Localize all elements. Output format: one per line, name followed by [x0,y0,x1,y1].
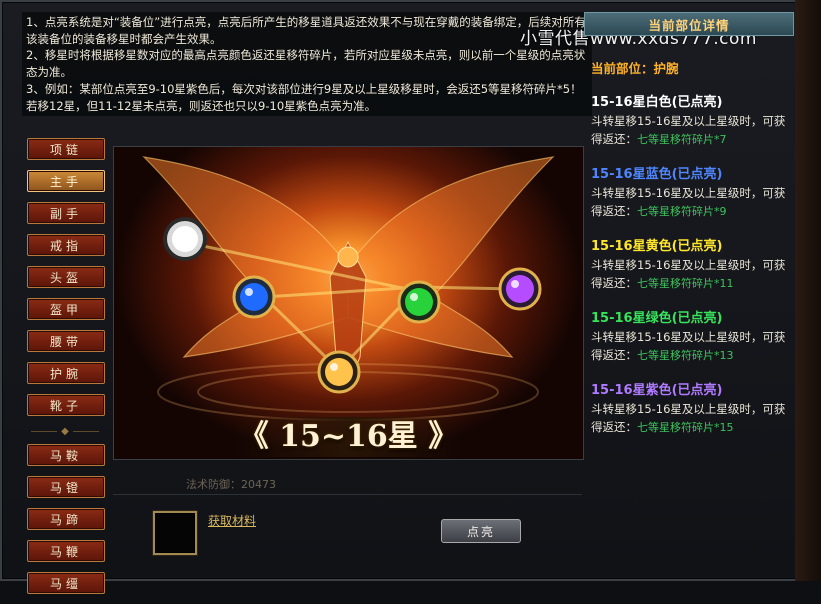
tab-off-hand[interactable]: 副手 [27,202,105,224]
left-chevron-icon: 《 [238,419,280,454]
tab-necklace[interactable]: 项链 [27,138,105,160]
orb-purple[interactable] [498,267,542,311]
tab-stirrup[interactable]: 马镫 [27,476,105,498]
instruction-line-2: 2、移星时将根据移星数对应的最高点亮颜色返还星移符碎片，若所对应星级未点亮，则以… [26,48,586,80]
reward-title: 15-16星白色(已点亮) [591,95,723,110]
background-stat-text: 法术防御：20473 [186,478,276,491]
reward-description: 斗转星移15-16星及以上星级时，可获得返还：七等星移符碎片*15 [591,400,794,437]
reward-title: 15-16星绿色(已点亮) [591,311,723,326]
reward-title: 15-16星黄色(已点亮) [591,239,723,254]
right-chevron-icon: 》 [417,419,459,454]
tab-boots[interactable]: 靴子 [27,394,105,416]
reward-description: 斗转星移15-16星及以上星级时，可获得返还：七等星移符碎片*7 [591,112,794,149]
reward-amount: 七等星移符碎片*11 [637,277,734,290]
material-area: 获取材料 点亮 [113,494,582,575]
material-slot[interactable] [153,511,197,555]
phoenix-display: 《 15~16星 》 [113,146,584,460]
tab-reins[interactable]: 马缰 [27,572,105,594]
star-level-label: 《 15~16星 》 [114,411,583,455]
star-lighting-window: 1、点亮系统是对“装备位”进行点亮，点亮后所产生的移星道具返还效果不与现在穿戴的… [0,0,821,594]
tab-horseshoe[interactable]: 马蹄 [27,508,105,530]
tab-bracer[interactable]: 护腕 [27,362,105,384]
reward-amount: 七等星移符碎片*15 [637,421,734,434]
reward-title: 15-16星紫色(已点亮) [591,383,723,398]
equipment-slot-tabs: 项链 主手 副手 戒指 头盔 盔甲 腰带 护腕 靴子 ◆ 马鞍 马镫 马蹄 马鞭… [23,138,107,604]
instruction-line-3: 3、例如：某部位点亮至9-10星紫色后，每次对该部位进行9星及以上星级移星时，会… [26,81,582,113]
orb-green[interactable] [397,280,441,324]
tab-armor[interactable]: 盔甲 [27,298,105,320]
reward-amount: 七等星移符碎片*7 [637,133,727,146]
instruction-line-1: 1、点亮系统是对“装备位”进行点亮，点亮后所产生的移星道具返还效果不与现在穿戴的… [26,15,586,46]
current-part-details-panel: 当前部位详情 当前部位：护腕 15-16星白色(已点亮) 斗转星移15-16星及… [584,12,794,572]
reward-amount: 七等星移符碎片*13 [637,349,734,362]
get-material-link[interactable]: 获取材料 [208,512,256,529]
current-part: 当前部位：护腕 [591,61,679,76]
orb-white[interactable] [163,217,207,261]
tab-ring[interactable]: 戒指 [27,234,105,256]
reward-list: 15-16星白色(已点亮) 斗转星移15-16星及以上星级时，可获得返还：七等星… [584,91,794,437]
orb-blue[interactable] [232,275,276,319]
tab-separator: ◆ [27,426,103,437]
reward-item-yellow: 15-16星黄色(已点亮) 斗转星移15-16星及以上星级时，可获得返还：七等星… [591,235,794,293]
reward-item-white: 15-16星白色(已点亮) 斗转星移15-16星及以上星级时，可获得返还：七等星… [591,91,794,149]
star-level-text: 15~16星 [279,419,418,454]
tab-belt[interactable]: 腰带 [27,330,105,352]
reward-title: 15-16星蓝色(已点亮) [591,167,723,182]
reward-description: 斗转星移15-16星及以上星级时，可获得返还：七等星移符碎片*9 [591,184,794,221]
reward-item-purple: 15-16星紫色(已点亮) 斗转星移15-16星及以上星级时，可获得返还：七等星… [591,379,794,437]
tab-main-hand[interactable]: 主手 [27,170,105,192]
tab-saddle[interactable]: 马鞍 [27,444,105,466]
tab-helmet[interactable]: 头盔 [27,266,105,288]
reward-amount: 七等星移符碎片*9 [637,205,727,218]
light-up-button[interactable]: 点亮 [441,519,521,543]
details-title: 当前部位详情 [584,12,794,36]
reward-item-blue: 15-16星蓝色(已点亮) 斗转星移15-16星及以上星级时，可获得返还：七等星… [591,163,794,221]
tab-whip[interactable]: 马鞭 [27,540,105,562]
reward-description: 斗转星移15-16星及以上星级时，可获得返还：七等星移符碎片*11 [591,256,794,293]
background-game-edge [795,0,821,581]
reward-item-green: 15-16星绿色(已点亮) 斗转星移15-16星及以上星级时，可获得返还：七等星… [591,307,794,365]
orb-yellow[interactable] [317,350,361,394]
reward-description: 斗转星移15-16星及以上星级时，可获得返还：七等星移符碎片*13 [591,328,794,365]
instructions-text: 1、点亮系统是对“装备位”进行点亮，点亮后所产生的移星道具返还效果不与现在穿戴的… [22,12,592,117]
